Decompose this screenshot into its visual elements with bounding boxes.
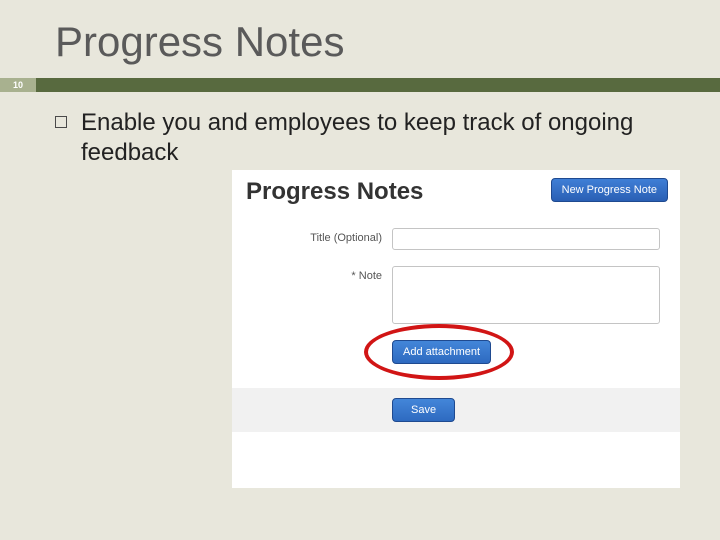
title-input[interactable] <box>392 228 660 250</box>
page-number: 10 <box>0 78 36 92</box>
title-field-label: Title (Optional) <box>232 228 392 244</box>
panel-heading: Progress Notes <box>246 178 423 206</box>
new-progress-note-button[interactable]: New Progress Note <box>551 178 668 202</box>
embedded-screenshot: Progress Notes New Progress Note Title (… <box>232 170 680 488</box>
bullet-text: Enable you and employees to keep track o… <box>81 108 665 168</box>
bullet-item: Enable you and employees to keep track o… <box>0 92 720 168</box>
slide-title: Progress Notes <box>0 0 720 78</box>
header-bar-fill <box>36 78 720 92</box>
add-attachment-button[interactable]: Add attachment <box>392 340 491 364</box>
bullet-marker-icon <box>55 116 67 128</box>
save-button[interactable]: Save <box>392 398 455 422</box>
header-bar: 10 <box>0 78 720 92</box>
note-field-label: * Note <box>232 266 392 282</box>
note-textarea[interactable] <box>392 266 660 324</box>
